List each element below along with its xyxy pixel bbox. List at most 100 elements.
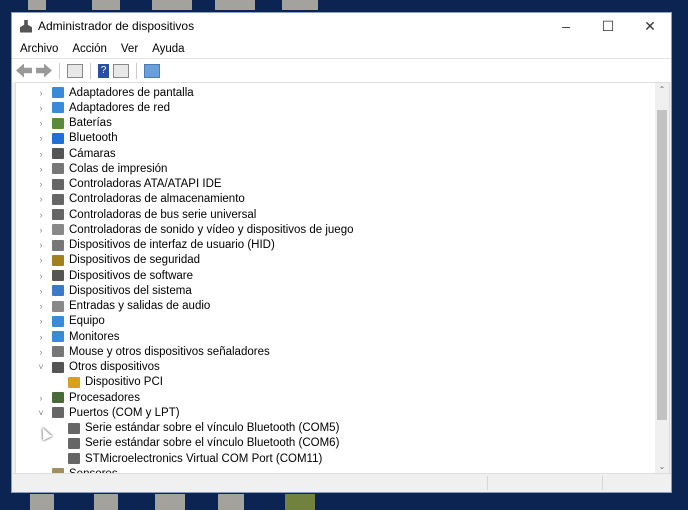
category-item[interactable]: ˅ Puertos (COM y LPT) [16,405,656,420]
chevron-right-icon[interactable]: › [36,88,46,98]
desktop-icon[interactable] [92,0,120,10]
desktop-icon[interactable] [94,494,118,510]
device-category-icon [52,148,64,160]
category-item[interactable]: › Entradas y salidas de audio [16,299,656,314]
item-label: Baterías [69,117,112,130]
category-item[interactable]: › Bluetooth [16,131,656,146]
category-item[interactable]: › Dispositivos de seguridad [16,253,656,268]
category-item[interactable]: › Colas de impresión [16,161,656,176]
category-item[interactable]: › Mouse y otros dispositivos señaladores [16,344,656,359]
category-item[interactable]: › Dispositivos de software [16,268,656,283]
category-item[interactable]: › Adaptadores de red [16,100,656,115]
chevron-right-icon[interactable]: › [36,332,46,342]
chevron-right-icon[interactable]: › [36,301,46,311]
item-label: Otros dispositivos [69,361,160,374]
item-label: Dispositivo PCI [85,376,163,389]
back-icon[interactable] [16,63,32,78]
chevron-down-icon[interactable]: ˅ [36,408,46,418]
properties-icon[interactable] [67,63,83,78]
category-item[interactable]: ˅ Otros dispositivos [16,360,656,375]
category-item[interactable]: › Controladoras ATA/ATAPI IDE [16,177,656,192]
device-category-icon [68,422,80,434]
chevron-right-icon[interactable]: › [36,210,46,220]
device-category-icon [52,331,64,343]
scrollbar-thumb[interactable] [657,110,667,420]
device-category-icon [52,315,64,327]
item-label: Controladoras de almacenamiento [69,193,245,206]
forward-icon[interactable] [36,63,52,78]
status-bar [12,473,671,492]
device-item[interactable]: ›Dispositivo PCI [16,375,656,390]
chevron-right-icon[interactable]: › [36,255,46,265]
chevron-right-icon[interactable]: › [36,103,46,113]
menu-accion[interactable]: Acción [72,43,107,55]
category-item[interactable]: › Dispositivos de interfaz de usuario (HI… [16,238,656,253]
category-item[interactable]: › Dispositivos del sistema [16,283,656,298]
chevron-right-icon[interactable]: › [36,271,46,281]
toolbar: ? [12,58,671,82]
scan-hardware-icon[interactable] [144,63,160,78]
desktop-icon[interactable] [152,0,192,10]
category-item[interactable]: › Adaptadores de pantalla [16,85,656,100]
device-category-icon [52,254,64,266]
desktop-icon[interactable] [30,494,54,510]
category-item[interactable]: › Controladoras de sonido y vídeo y dispo… [16,222,656,237]
vertical-scrollbar[interactable]: ⌃ ⌄ [655,83,669,473]
category-item[interactable]: › Equipo [16,314,656,329]
chevron-right-icon[interactable]: › [36,240,46,250]
menu-ver[interactable]: Ver [121,43,138,55]
category-item[interactable]: › Controladoras de almacenamiento [16,192,656,207]
desktop-icon[interactable] [218,494,244,510]
category-item[interactable]: › Baterías [16,116,656,131]
category-item[interactable]: › Cámaras [16,146,656,161]
toolbar-separator [136,62,137,79]
chevron-right-icon[interactable]: › [36,225,46,235]
update-driver-icon[interactable] [113,63,129,78]
item-label: Dispositivos de interfaz de usuario (HID… [69,239,275,252]
device-category-icon [52,285,64,297]
help-icon[interactable]: ? [98,63,109,78]
toolbar-separator [90,62,91,79]
desktop-icon[interactable] [285,494,315,510]
desktop-icon[interactable] [215,0,255,10]
chevron-right-icon[interactable]: › [36,347,46,357]
scroll-down-icon[interactable]: ⌄ [655,462,669,471]
scroll-up-icon[interactable]: ⌃ [655,85,669,94]
item-label: Adaptadores de pantalla [69,86,194,99]
item-label: Colas de impresión [69,162,168,175]
chevron-right-icon[interactable]: › [36,164,46,174]
item-label: Monitores [69,330,120,343]
item-label: Dispositivos del sistema [69,284,192,297]
device-category-icon [52,102,64,114]
device-item[interactable]: ›STMicroelectronics Virtual COM Port (CO… [16,451,656,466]
close-button[interactable]: ✕ [629,18,671,35]
maximize-button[interactable]: ☐ [587,18,629,35]
device-category-icon [52,346,64,358]
chevron-right-icon[interactable]: › [36,393,46,403]
device-category-icon [52,163,64,175]
desktop-icon[interactable] [155,494,185,510]
chevron-right-icon[interactable]: › [36,194,46,204]
chevron-down-icon[interactable]: ˅ [36,362,46,372]
desktop-icon[interactable] [28,0,46,10]
menu-ayuda[interactable]: Ayuda [152,43,184,55]
chevron-right-icon[interactable]: › [36,133,46,143]
device-item[interactable]: ›Serie estándar sobre el vínculo Bluetoo… [16,421,656,436]
category-item[interactable]: › Controladoras de bus serie universal [16,207,656,222]
menu-archivo[interactable]: Archivo [20,43,58,55]
item-label: STMicroelectronics Virtual COM Port (COM… [85,452,323,465]
chevron-right-icon[interactable]: › [36,286,46,296]
chevron-right-icon[interactable]: › [36,118,46,128]
category-item[interactable]: › Procesadores [16,390,656,405]
minimize-button[interactable]: – [545,18,587,35]
item-label: Controladoras de sonido y vídeo y dispos… [69,223,354,236]
device-category-icon [52,392,64,404]
chevron-right-icon[interactable]: › [36,179,46,189]
device-item[interactable]: ›Serie estándar sobre el vínculo Bluetoo… [16,436,656,451]
toolbar-separator [59,62,60,79]
chevron-right-icon[interactable]: › [36,149,46,159]
category-item[interactable]: › Monitores [16,329,656,344]
item-label: Dispositivos de seguridad [69,254,201,267]
chevron-right-icon[interactable]: › [36,316,46,326]
desktop-icon[interactable] [282,0,318,10]
